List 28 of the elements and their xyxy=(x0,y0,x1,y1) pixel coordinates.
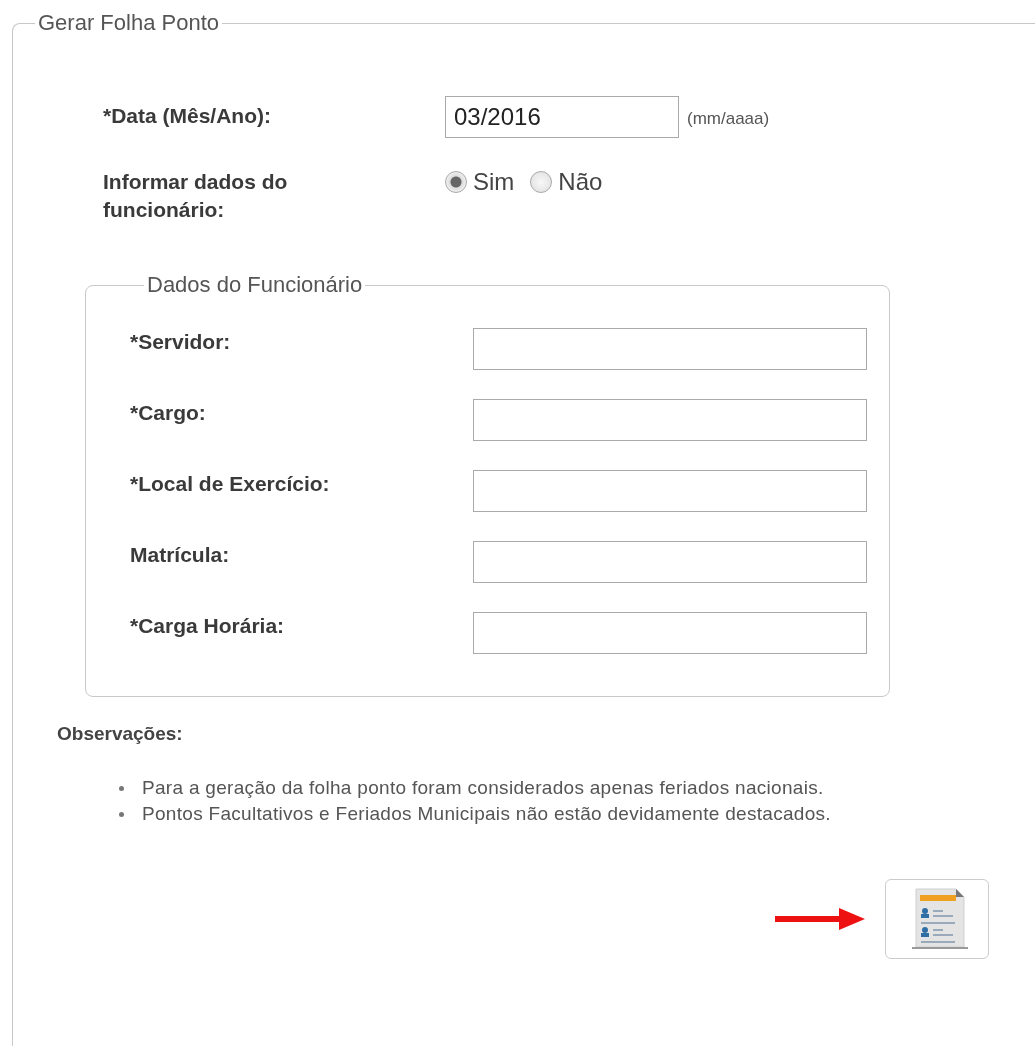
radio-label: Sim xyxy=(473,168,515,196)
bullet-icon xyxy=(119,785,124,791)
panel-title: Gerar Folha Ponto xyxy=(37,10,220,36)
generate-report-button[interactable] xyxy=(885,879,989,959)
field-label: *Data (Mês/Ano): xyxy=(103,103,272,128)
radio-option[interactable]: Não xyxy=(530,168,603,196)
text-field[interactable] xyxy=(473,612,867,654)
text-field[interactable] xyxy=(473,399,867,441)
radio-button-icon[interactable] xyxy=(530,171,553,193)
field-label: Matrícula: xyxy=(130,542,230,567)
date-field[interactable]: 03/2016 xyxy=(445,96,679,138)
note-text: Pontos Facultativos e Feriados Municipais não estão devidamente destacados. xyxy=(142,802,831,826)
note-text: Para a geração da folha ponto foram considerados apenas feriados nacionais. xyxy=(142,776,824,800)
field-label: *Carga Horária: xyxy=(130,613,285,638)
text-field[interactable] xyxy=(473,470,867,512)
format-hint: (mm/aaaa) xyxy=(687,109,770,129)
notes-title: Observações: xyxy=(57,723,184,745)
bullet-icon xyxy=(119,811,124,817)
radio-button-icon[interactable] xyxy=(445,171,467,193)
text-field[interactable] xyxy=(473,541,867,583)
radio-option[interactable]: Sim xyxy=(445,168,515,196)
field-label: *Local de Exercício: xyxy=(130,471,330,496)
field-label: *Cargo: xyxy=(130,400,206,425)
section-title: Dados do Funcionário xyxy=(146,272,364,298)
text-field[interactable] xyxy=(473,328,867,370)
radio-label: Não xyxy=(558,168,603,196)
field-label: Informar dados do funcionário: xyxy=(103,169,289,223)
field-label: *Servidor: xyxy=(130,329,231,354)
